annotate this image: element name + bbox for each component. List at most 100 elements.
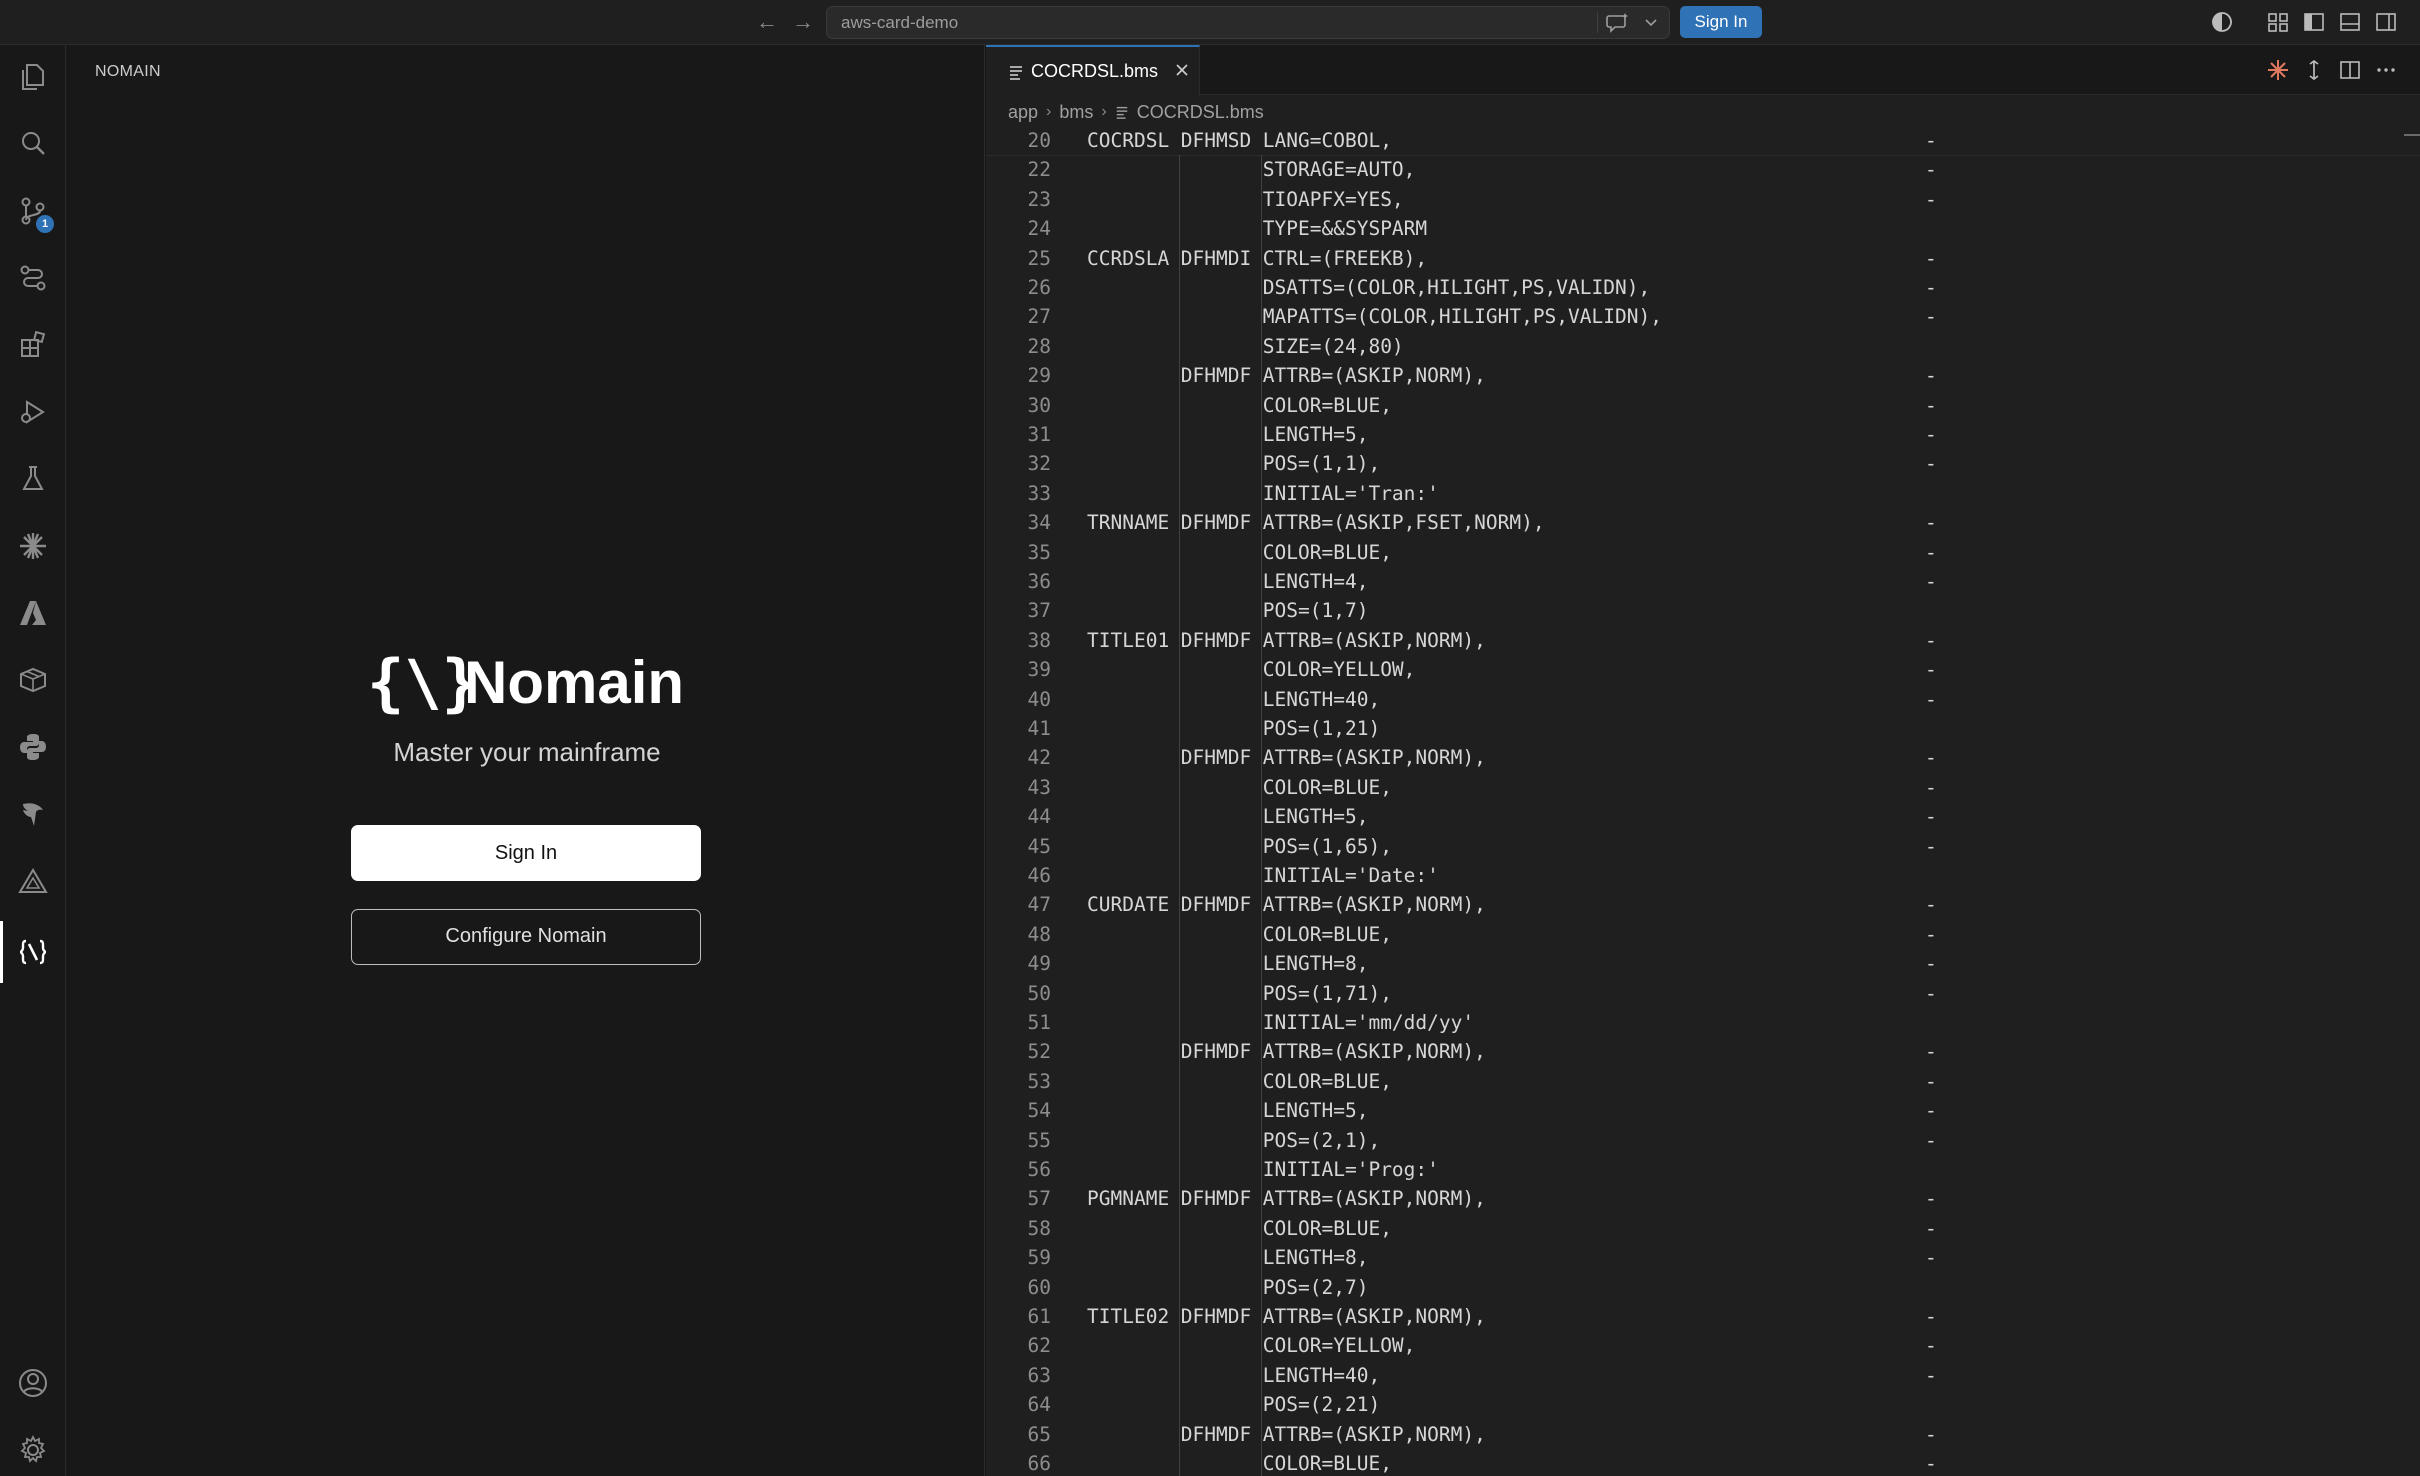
toggle-primary-sidebar-icon[interactable] <box>2302 10 2326 34</box>
line-number: 37 <box>1027 599 1051 623</box>
code-arg: POS=(1,1), <box>1262 452 1381 476</box>
code-line[interactable]: 23 TIOAPFX=YES, - <box>986 185 2420 214</box>
compare-changes-icon[interactable] <box>2302 58 2326 82</box>
overview-ruler[interactable] <box>2402 126 2420 1476</box>
continuation-mark: - <box>1925 658 1937 682</box>
code-line[interactable]: 51 INITIAL='mm/dd/yy' <box>986 1008 2420 1037</box>
more-actions-icon[interactable] <box>2374 58 2398 82</box>
tab-cocrdsl-bms[interactable]: COCRDSL.bms <box>986 45 1200 96</box>
command-center-search[interactable]: aws-card-demo <box>826 6 1670 39</box>
code-line[interactable]: 31 LENGTH=5, - <box>986 420 2420 449</box>
code-line[interactable]: 38 TITLE01 DFHMDF ATTRB=(ASKIP,NORM), - <box>986 626 2420 655</box>
toggle-panel-icon[interactable] <box>2338 10 2362 34</box>
triangle-icon[interactable] <box>17 865 49 897</box>
code-line[interactable]: 54 LENGTH=5, - <box>986 1096 2420 1125</box>
continuation-mark: - <box>1925 158 1937 182</box>
close-icon[interactable] <box>1172 60 1192 80</box>
settings-gear-icon[interactable] <box>17 1434 49 1466</box>
code-arg: POS=(1,71), <box>1262 981 1392 1005</box>
code-line[interactable]: 43 COLOR=BLUE, - <box>986 773 2420 802</box>
code-arg: ATTRB=(ASKIP,NORM), <box>1262 1040 1486 1064</box>
code-line[interactable]: 64 POS=(2,21) <box>986 1390 2420 1419</box>
code-line[interactable]: 63 LENGTH=40, - <box>986 1361 2420 1390</box>
code-line[interactable]: 39 COLOR=YELLOW, - <box>986 655 2420 684</box>
code-line[interactable]: 66 COLOR=BLUE, - <box>986 1449 2420 1476</box>
code-line[interactable]: 34 TRNNAME DFHMDF ATTRB=(ASKIP,FSET,NORM), - <box>986 508 2420 537</box>
sparkle-icon[interactable] <box>17 530 49 562</box>
toggle-secondary-sidebar-icon[interactable] <box>2374 10 2398 34</box>
code-arg: ATTRB=(ASKIP,FSET,NORM), <box>1262 511 1545 535</box>
title-sign-in-button[interactable]: Sign In <box>1680 6 1762 38</box>
chat-sparkle-icon[interactable] <box>1605 11 1631 35</box>
arrow-left-icon[interactable]: ← <box>752 8 782 36</box>
code-line[interactable]: 46 INITIAL='Date:' <box>986 861 2420 890</box>
code-line[interactable]: 65 DFHMDF ATTRB=(ASKIP,NORM), - <box>986 1420 2420 1449</box>
code-line[interactable]: 50 POS=(1,71), - <box>986 979 2420 1008</box>
code-line[interactable]: 42 DFHMDF ATTRB=(ASKIP,NORM), - <box>986 743 2420 772</box>
code-line[interactable]: 52 DFHMDF ATTRB=(ASKIP,NORM), - <box>986 1037 2420 1066</box>
extensions-icon[interactable] <box>17 329 49 361</box>
code-line[interactable]: 47 CURDATE DFHMDF ATTRB=(ASKIP,NORM), - <box>986 890 2420 919</box>
account-icon[interactable] <box>17 1367 49 1399</box>
code-line[interactable]: 59 LENGTH=8, - <box>986 1243 2420 1272</box>
code-line[interactable]: 20 COCRDSL DFHMSD LANG=COBOL, - <box>986 126 2420 155</box>
files-icon[interactable] <box>17 61 49 93</box>
continuation-mark: - <box>1925 981 1937 1005</box>
package-icon[interactable] <box>17 664 49 696</box>
search-icon[interactable] <box>17 128 49 160</box>
code-line[interactable]: 45 POS=(1,65), - <box>986 832 2420 861</box>
code-line[interactable]: 49 LENGTH=8, - <box>986 949 2420 978</box>
nomain-icon[interactable] <box>17 936 49 968</box>
line-number: 33 <box>1027 481 1051 505</box>
remote-explorer-icon[interactable] <box>17 262 49 294</box>
breadcrumb-item[interactable]: COCRDSL.bms <box>1137 102 1264 123</box>
run-debug-icon[interactable] <box>17 396 49 428</box>
code-line[interactable]: 48 COLOR=BLUE, - <box>986 920 2420 949</box>
code-line[interactable]: 35 COLOR=BLUE, - <box>986 538 2420 567</box>
code-line[interactable]: 22 STORAGE=AUTO, - <box>986 155 2420 184</box>
continuation-mark: - <box>1925 452 1937 476</box>
breadcrumb-item[interactable]: app <box>1008 102 1038 123</box>
code-line[interactable]: 40 LENGTH=40, - <box>986 685 2420 714</box>
line-number: 44 <box>1027 805 1051 829</box>
code-line[interactable]: 27 MAPATTS=(COLOR,HILIGHT,PS,VALIDN), - <box>986 302 2420 331</box>
code-line[interactable]: 57 PGMNAME DFHMDF ATTRB=(ASKIP,NORM), - <box>986 1184 2420 1213</box>
code-line[interactable]: 58 COLOR=BLUE, - <box>986 1214 2420 1243</box>
code-line[interactable]: 25 CCRDSLA DFHMDI CTRL=(FREEKB), - <box>986 244 2420 273</box>
testing-icon[interactable] <box>17 463 49 495</box>
code-line[interactable]: 55 POS=(2,1), - <box>986 1126 2420 1155</box>
split-editor-icon[interactable] <box>2338 58 2362 82</box>
code-line[interactable]: 36 LENGTH=4, - <box>986 567 2420 596</box>
arrow-right-icon[interactable]: → <box>788 8 818 36</box>
code-line[interactable]: 28 SIZE=(24,80) <box>986 332 2420 361</box>
python-icon[interactable] <box>17 731 49 763</box>
code-line[interactable]: 30 COLOR=BLUE, - <box>986 391 2420 420</box>
azure-icon[interactable] <box>17 597 49 629</box>
code-line[interactable]: 26 DSATTS=(COLOR,HILIGHT,PS,VALIDN), - <box>986 273 2420 302</box>
copilot-icon[interactable] <box>2210 10 2234 34</box>
code-line[interactable]: 29 DFHMDF ATTRB=(ASKIP,NORM), - <box>986 361 2420 390</box>
code-line[interactable]: 61 TITLE02 DFHMDF ATTRB=(ASKIP,NORM), - <box>986 1302 2420 1331</box>
code-line[interactable]: 62 COLOR=YELLOW, - <box>986 1331 2420 1360</box>
code-line[interactable]: 53 COLOR=BLUE, - <box>986 1067 2420 1096</box>
customize-layout-icon[interactable] <box>2266 10 2290 34</box>
code-line[interactable]: 32 POS=(1,1), - <box>986 449 2420 478</box>
code-line[interactable]: 41 POS=(1,21) <box>986 714 2420 743</box>
chevron-down-icon[interactable] <box>1641 14 1661 32</box>
breadcrumb-item[interactable]: bms <box>1059 102 1093 123</box>
code-editor[interactable]: 20 COCRDSL DFHMSD LANG=COBOL, - 22 STORAGE=AUT… <box>986 126 2420 1476</box>
continuation-mark: - <box>1925 129 1937 152</box>
code-line[interactable]: 60 POS=(2,7) <box>986 1273 2420 1302</box>
code-line[interactable]: 44 LENGTH=5, - <box>986 802 2420 831</box>
code-line[interactable]: 37 POS=(1,7) <box>986 596 2420 625</box>
sparkle-action-icon[interactable] <box>2266 58 2290 82</box>
line-number: 38 <box>1027 628 1051 652</box>
bird-icon[interactable] <box>17 798 49 830</box>
code-arg: LENGTH=40, <box>1262 687 1381 711</box>
configure-nomain-button[interactable]: Configure Nomain <box>351 909 701 965</box>
sign-in-button[interactable]: Sign In <box>351 825 701 881</box>
code-line[interactable]: 56 INITIAL='Prog:' <box>986 1155 2420 1184</box>
code-line[interactable]: 33 INITIAL='Tran:' <box>986 479 2420 508</box>
tab-label: COCRDSL.bms <box>1031 61 1159 81</box>
code-line[interactable]: 24 TYPE=&&SYSPARM <box>986 214 2420 243</box>
